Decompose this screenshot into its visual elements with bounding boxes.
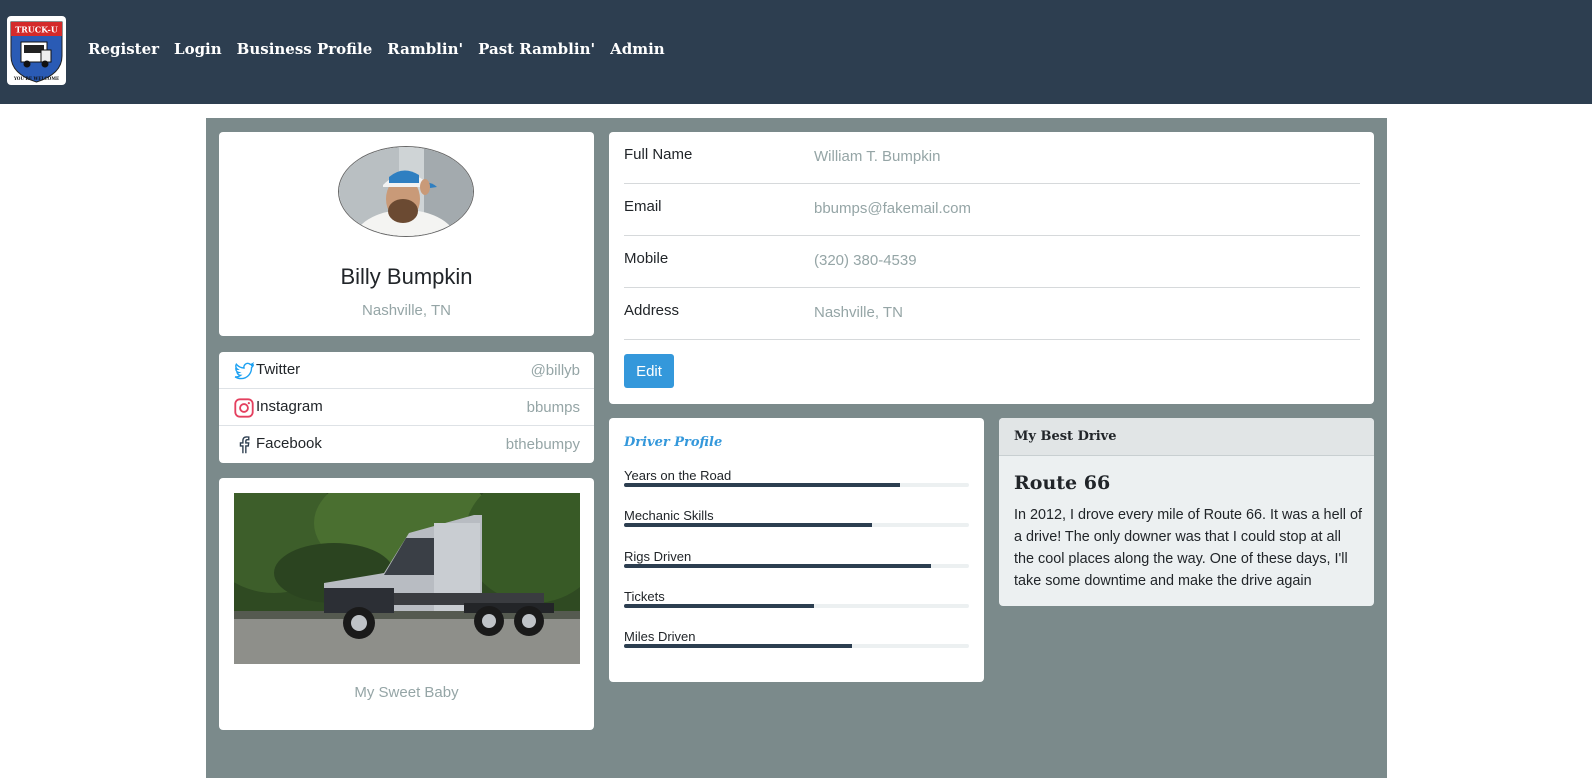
driver-profile-card: Driver Profile Years on the Road Mechani… <box>609 418 984 682</box>
edit-button[interactable]: Edit <box>624 354 674 388</box>
truck-card: My Sweet Baby <box>219 478 594 730</box>
skill-progress-fill <box>624 564 932 568</box>
social-handle: bthebumpy <box>505 436 580 453</box>
social-label: Twitter <box>256 361 301 378</box>
nav-login-link[interactable]: Login <box>174 40 222 58</box>
avatar <box>338 146 474 237</box>
info-row-full-name: Full Name William T. Bumpkin <box>624 132 1360 184</box>
info-value: (320) 380-4539 <box>814 252 917 269</box>
navbar: TRUCK-U YOU'RE WELCOME Register Login Bu… <box>0 0 1592 104</box>
skill-progress-bar <box>624 604 969 608</box>
profile-location: Nashville, TN <box>362 302 451 319</box>
skill-progress-fill <box>624 644 852 648</box>
best-drive-header-label: My Best Drive <box>1014 429 1117 444</box>
info-value: bbumps@fakemail.com <box>814 200 971 217</box>
social-label: Instagram <box>256 398 323 415</box>
facebook-icon <box>233 434 255 456</box>
nav-ramblin-link[interactable]: Ramblin' <box>387 40 463 58</box>
best-drive-header: My Best Drive <box>999 418 1374 456</box>
best-drive-title: Route 66 <box>1014 472 1111 494</box>
logo-text-bottom: YOU'RE WELCOME <box>13 76 59 81</box>
info-row-email: Email bbumps@fakemail.com <box>624 184 1360 236</box>
skill-mechanic-skills: Mechanic Skills <box>624 508 969 527</box>
profile-card: Billy Bumpkin Nashville, TN <box>219 132 594 336</box>
info-value: Nashville, TN <box>814 304 903 321</box>
skill-tickets: Tickets <box>624 589 969 608</box>
nav-admin-link[interactable]: Admin <box>610 40 665 58</box>
info-label: Address <box>624 302 680 319</box>
skill-progress-fill <box>624 523 873 527</box>
social-label: Facebook <box>256 435 322 452</box>
truck-caption: My Sweet Baby <box>354 684 459 701</box>
social-row-facebook[interactable]: Facebook bthebumpy <box>219 426 594 463</box>
driver-profile-title: Driver Profile <box>624 435 723 450</box>
social-handle: @billyb <box>530 362 580 379</box>
social-handle: bbumps <box>526 399 580 416</box>
skill-progress-bar <box>624 564 969 568</box>
social-row-instagram[interactable]: Instagram bbumps <box>219 389 594 426</box>
skill-progress-bar <box>624 523 969 527</box>
skill-progress-fill <box>624 483 900 487</box>
nav-business-profile-link[interactable]: Business Profile <box>237 40 373 58</box>
skill-progress-bar <box>624 644 969 648</box>
info-row-address: Address Nashville, TN <box>624 288 1360 340</box>
best-drive-card: My Best Drive Route 66 In 2012, I drove … <box>999 418 1374 606</box>
skill-miles-driven: Miles Driven <box>624 629 969 648</box>
profile-panel: Billy Bumpkin Nashville, TN Twitter @bil… <box>206 118 1387 778</box>
info-label: Email <box>624 198 662 215</box>
truck-u-logo[interactable]: TRUCK-U YOU'RE WELCOME <box>7 16 66 85</box>
profile-name: Billy Bumpkin <box>340 264 473 289</box>
info-value: William T. Bumpkin <box>814 148 941 165</box>
info-label: Mobile <box>624 250 669 267</box>
social-row-twitter[interactable]: Twitter @billyb <box>219 352 594 389</box>
nav-links: Register Login Business Profile Ramblin'… <box>88 40 665 58</box>
social-links-card: Twitter @billyb Instagram bbumps Faceboo… <box>219 352 594 463</box>
truck-photo <box>234 493 580 664</box>
nav-register-link[interactable]: Register <box>88 40 159 58</box>
best-drive-text: In 2012, I drove every mile of Route 66.… <box>1014 507 1362 589</box>
nav-past-ramblin-link[interactable]: Past Ramblin' <box>478 40 595 58</box>
instagram-icon <box>233 397 255 419</box>
info-row-mobile: Mobile (320) 380-4539 <box>624 236 1360 288</box>
twitter-icon <box>233 360 255 382</box>
logo-text-top: TRUCK-U <box>15 25 58 35</box>
skill-progress-bar <box>624 483 969 487</box>
info-label: Full Name <box>624 146 693 163</box>
skill-years-on-road: Years on the Road <box>624 468 969 487</box>
skill-rigs-driven: Rigs Driven <box>624 549 969 568</box>
contact-info-card: Full Name William T. Bumpkin Email bbump… <box>609 132 1374 404</box>
skill-progress-fill <box>624 604 814 608</box>
